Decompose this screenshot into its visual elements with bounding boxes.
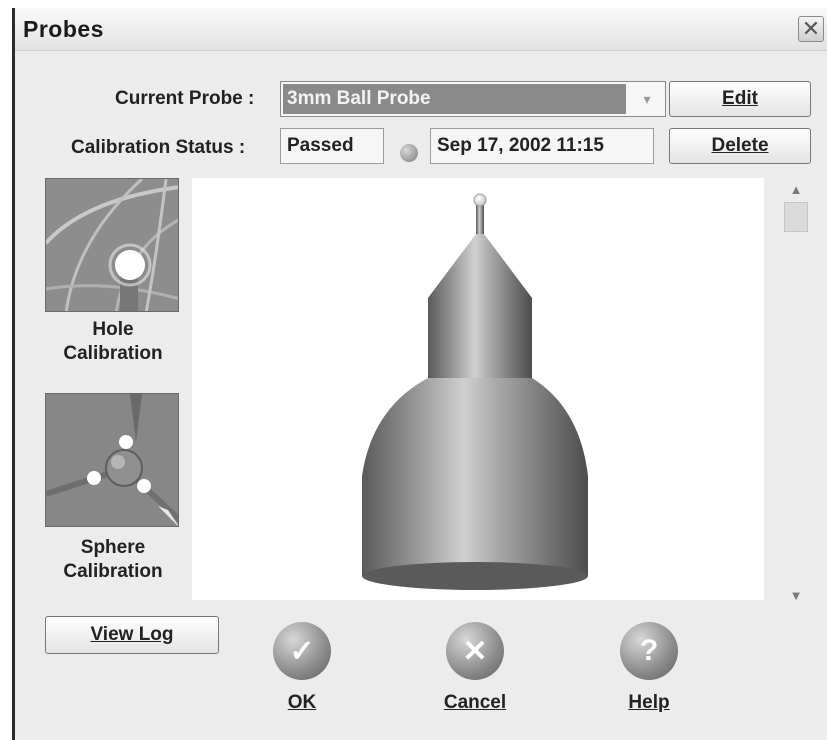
scroll-up-icon[interactable]: ▲ bbox=[784, 180, 808, 198]
cancel-icon: ✕ bbox=[462, 634, 488, 668]
probes-dialog: Probes ✕ Current Probe : 3mm Ball Probe … bbox=[12, 8, 827, 740]
help-icon: ? bbox=[639, 634, 659, 667]
scroll-down-icon[interactable]: ▼ bbox=[784, 586, 808, 604]
title-bar: Probes ✕ bbox=[15, 8, 827, 51]
view-log-label: View Log bbox=[90, 624, 174, 645]
window-title: Probes bbox=[23, 16, 104, 42]
close-icon: ✕ bbox=[801, 16, 821, 41]
sphere-calibration-label: Sphere Calibration bbox=[63, 537, 163, 582]
help-label: Help bbox=[628, 692, 670, 713]
help-button[interactable]: ? bbox=[620, 622, 678, 680]
sphere-calibration-icon bbox=[46, 394, 178, 526]
calibration-status-field: Passed bbox=[280, 128, 384, 164]
calibration-status-label: Calibration Status : bbox=[71, 137, 246, 158]
probe-model-image bbox=[362, 193, 588, 590]
calibration-timestamp-field: Sep 17, 2002 11:15 bbox=[430, 128, 654, 164]
view-log-button[interactable]: View Log bbox=[45, 616, 219, 654]
ok-button[interactable]: ✓ bbox=[273, 622, 331, 680]
edit-button-label: Edit bbox=[722, 88, 758, 109]
hole-calibration-button[interactable] bbox=[45, 178, 179, 312]
hole-calibration-label: Hole Calibration bbox=[63, 319, 163, 364]
cancel-button[interactable]: ✕ bbox=[446, 622, 504, 680]
chevron-down-icon[interactable]: ▾ bbox=[631, 84, 663, 114]
probe-3d-viewer[interactable] bbox=[192, 178, 764, 600]
status-indicator-icon bbox=[400, 144, 418, 162]
checkmark-icon: ✓ bbox=[289, 634, 315, 668]
vertical-scrollbar[interactable]: ▲ ▼ bbox=[780, 178, 812, 608]
current-probe-value: 3mm Ball Probe bbox=[283, 84, 626, 114]
hole-calibration-icon bbox=[46, 179, 178, 311]
edit-button[interactable]: Edit bbox=[669, 81, 811, 117]
delete-button[interactable]: Delete bbox=[669, 128, 811, 164]
cancel-label: Cancel bbox=[443, 692, 507, 713]
close-button[interactable]: ✕ bbox=[798, 16, 824, 42]
current-probe-select[interactable]: 3mm Ball Probe ▾ bbox=[280, 81, 666, 117]
scroll-thumb[interactable] bbox=[784, 202, 808, 232]
sphere-calibration-button[interactable] bbox=[45, 393, 179, 527]
current-probe-label: Current Probe : bbox=[115, 88, 255, 109]
ok-label: OK bbox=[287, 692, 317, 713]
delete-button-label: Delete bbox=[711, 135, 769, 156]
